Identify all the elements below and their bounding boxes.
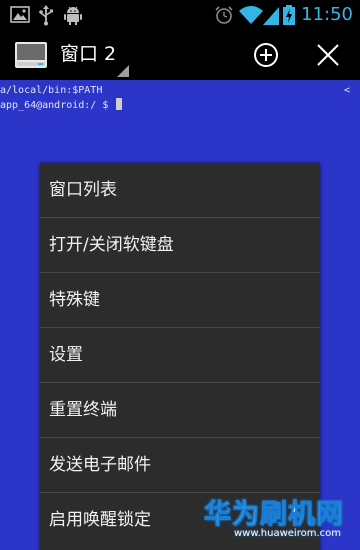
close-window-icon xyxy=(317,44,339,66)
menu-item-window-list[interactable]: 窗口列表 xyxy=(40,163,320,217)
image-notification-icon xyxy=(10,6,30,23)
action-bar: 窗口 2 xyxy=(0,30,360,80)
window-selector-spinner[interactable]: 窗口 2 xyxy=(0,30,132,80)
status-bar: 11:50 xyxy=(0,0,360,30)
battery-charging-icon xyxy=(283,5,295,25)
new-window-button[interactable] xyxy=(244,33,288,77)
terminal-prompt-line: app_64@android:/ $ xyxy=(0,98,123,113)
terminal-app-icon xyxy=(15,42,47,68)
menu-item-special-keys[interactable]: 特殊键 xyxy=(40,273,320,327)
signal-icon xyxy=(263,7,279,25)
alarm-icon xyxy=(215,6,233,24)
android-debug-icon xyxy=(64,6,82,25)
close-window-button[interactable] xyxy=(306,33,350,77)
spinner-arrow-icon xyxy=(117,65,129,77)
new-window-icon xyxy=(254,43,278,67)
scroll-indicator: < xyxy=(343,85,350,96)
status-time: 11:50 xyxy=(301,4,353,25)
menu-item-reset-terminal[interactable]: 重置终端 xyxy=(40,383,320,437)
terminal-output-line: a/local/bin:$PATH xyxy=(0,85,103,96)
watermark-url: www.huaweirom.com xyxy=(234,528,341,539)
terminal-prompt: app_64@android:/ $ xyxy=(0,100,115,111)
menu-item-send-email[interactable]: 发送电子邮件 xyxy=(40,438,320,492)
watermark: 华为刷机网 www.huaweirom.com xyxy=(200,490,360,550)
menu-item-settings[interactable]: 设置 xyxy=(40,328,320,382)
usb-icon xyxy=(39,5,53,26)
text-cursor xyxy=(116,98,123,110)
watermark-text: 华为刷机网 xyxy=(204,499,344,531)
window-title: 窗口 2 xyxy=(60,43,117,65)
wifi-icon xyxy=(239,6,263,24)
menu-item-toggle-keyboard[interactable]: 打开/关闭软键盘 xyxy=(40,218,320,272)
